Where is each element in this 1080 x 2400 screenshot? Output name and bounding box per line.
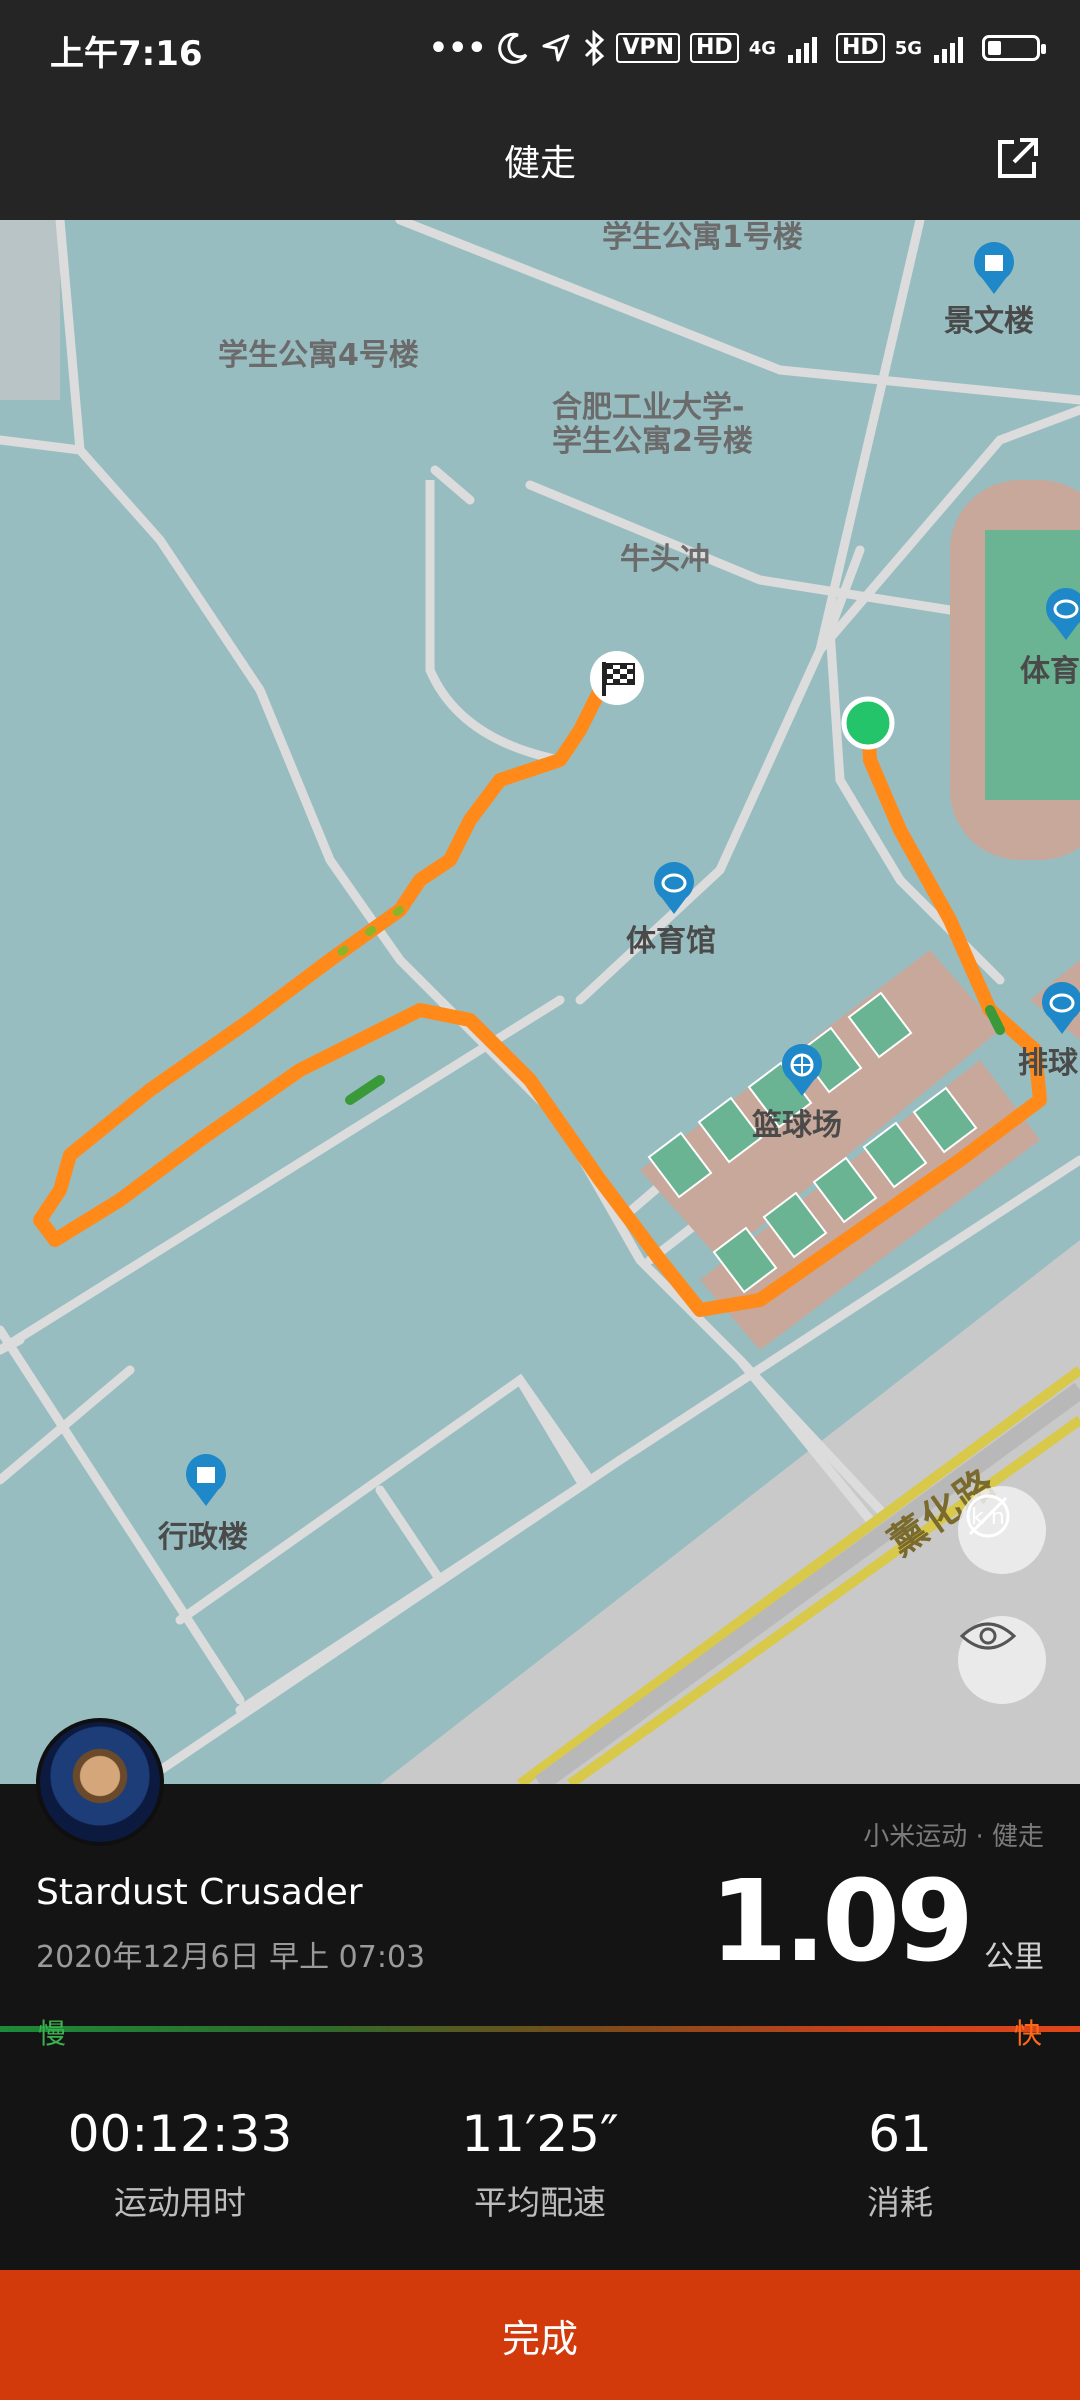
bluetooth-icon: [585, 30, 605, 66]
page-title: 健走: [503, 143, 576, 184]
pace-gradient-bar: [0, 2026, 1080, 2032]
unit-toggle-button[interactable]: k n: [958, 1486, 1046, 1574]
stat-calories-label: 消耗: [867, 2183, 933, 2222]
network-5g-label: 5G: [894, 37, 922, 59]
slow-label: 慢: [38, 2017, 67, 2050]
map-label-dorm2: 学生公寓2号楼: [552, 424, 753, 459]
map-label-gym: 体育馆: [626, 924, 716, 959]
location-arrow-icon: [542, 34, 570, 62]
distance-value: 1.09: [709, 1857, 974, 1987]
hd-badge-2: HD: [836, 33, 885, 63]
share-button[interactable]: [992, 134, 1042, 184]
status-time: 上午7:16: [50, 34, 203, 74]
route-map[interactable]: 学生公寓1号楼 景文楼 学生公寓4号楼 合肥工业大学- 学生公寓2号楼 牛头冲 …: [0, 220, 1080, 1784]
avatar[interactable]: [36, 1718, 164, 1846]
km-unit-icon: k n: [966, 1494, 1010, 1538]
stat-pace-value: 11′25″: [461, 2105, 619, 2163]
stat-duration-value: 00:12:33: [67, 2105, 293, 2163]
stat-calories-value: 61: [868, 2105, 932, 2163]
status-bar: 上午7:16 ••• VPN HD 4G HD 5G: [0, 0, 1080, 96]
activity-source: 小米运动 · 健走: [863, 1822, 1044, 1852]
activity-datetime: 2020年12月6日 早上 07:03: [36, 1940, 426, 1975]
battery-icon: [982, 35, 1046, 61]
vpn-badge: VPN: [616, 33, 680, 63]
poi-stadium-icon: [1046, 588, 1080, 640]
done-button[interactable]: 完成: [0, 2270, 1080, 2400]
eye-icon: [959, 1622, 1017, 1650]
map-label-jingwen: 景文楼: [944, 304, 1034, 339]
visibility-toggle-button[interactable]: [958, 1616, 1046, 1704]
map-label-dorm4: 学生公寓4号楼: [218, 338, 419, 373]
stat-pace: 11′25″ 平均配速: [360, 2104, 720, 2224]
poi-volleyball-icon: [1042, 982, 1080, 1034]
moon-icon: [498, 32, 528, 64]
stat-calories: 61 消耗: [720, 2104, 1080, 2224]
status-icons: ••• VPN HD 4G HD 5G: [428, 26, 1046, 70]
map-label-admin: 行政楼: [158, 1520, 248, 1555]
poi-gym-icon: [654, 862, 694, 914]
map-label-dorm1: 学生公寓1号楼: [602, 220, 803, 255]
signal-icon-1: [788, 37, 817, 63]
network-4g-label: 4G: [748, 37, 776, 59]
share-icon: [998, 138, 1038, 178]
stat-duration: 00:12:33 运动用时: [0, 2104, 360, 2224]
hd-badge-1: HD: [690, 33, 739, 63]
map-label-basketball: 篮球场: [752, 1108, 842, 1143]
poi-admin-icon: [186, 1454, 226, 1506]
map-label-niutouchong: 牛头冲: [620, 542, 710, 577]
map-label-stadium: 体育: [1020, 654, 1080, 689]
signal-icon-2: [934, 37, 963, 63]
stat-duration-label: 运动用时: [114, 2183, 246, 2222]
poi-building-icon: [974, 242, 1014, 294]
fast-label: 快: [1013, 2017, 1042, 2050]
title-bar: 健走: [0, 96, 1080, 220]
user-name: Stardust Crusader: [36, 1872, 363, 1913]
map-label-volleyball: 排球: [1018, 1046, 1078, 1081]
poi-basketball-icon: [782, 1044, 822, 1096]
more-dots-icon: •••: [428, 30, 487, 66]
stat-pace-label: 平均配速: [474, 2183, 606, 2222]
distance-unit: 公里: [984, 1940, 1044, 1975]
